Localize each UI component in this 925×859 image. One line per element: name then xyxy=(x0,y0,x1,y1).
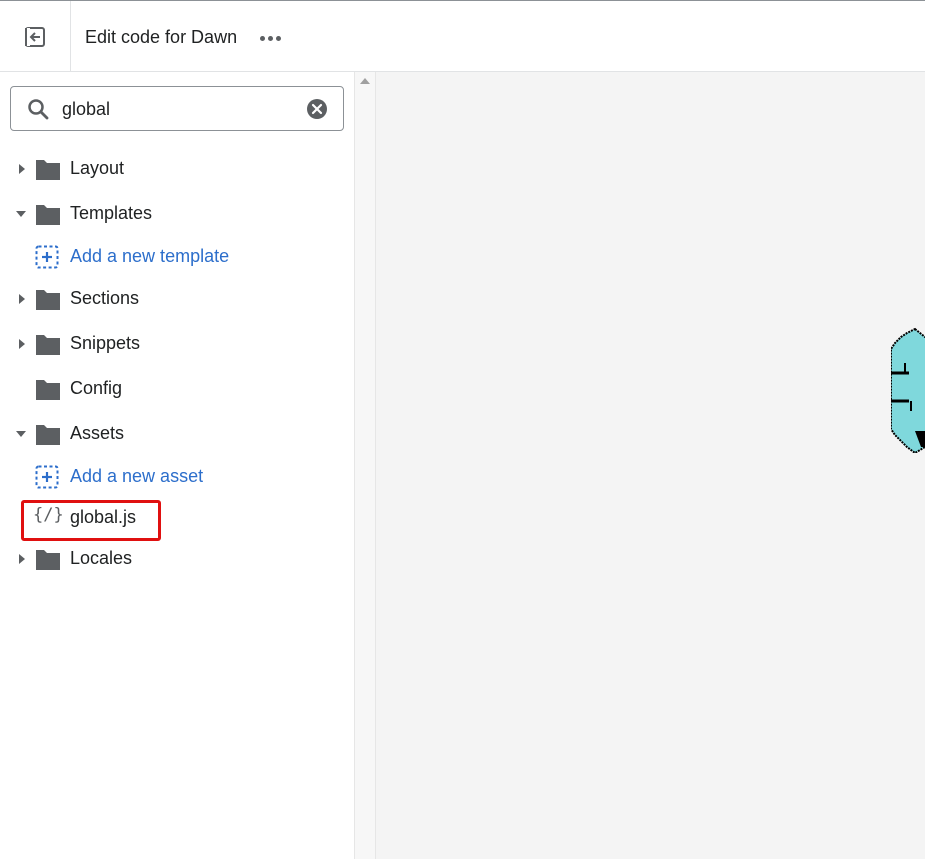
search-value: global xyxy=(62,99,111,119)
exit-button[interactable] xyxy=(0,1,71,72)
folder-icon xyxy=(36,205,60,225)
clear-circle-icon[interactable] xyxy=(306,98,328,120)
tree-folder-locales[interactable]: Locales xyxy=(0,541,354,577)
caret-down-icon xyxy=(16,431,26,437)
search-icon xyxy=(28,99,49,120)
folder-label: Locales xyxy=(70,548,133,568)
folder-icon xyxy=(36,550,60,570)
folder-icon xyxy=(36,160,60,180)
scroll-up-arrow-icon[interactable] xyxy=(360,78,370,84)
add-asset-label: Add a new asset xyxy=(70,466,204,486)
caret-right-icon xyxy=(19,294,25,304)
tree-folder-config[interactable]: Config xyxy=(0,371,354,407)
tree-folder-assets[interactable]: Assets xyxy=(0,416,354,452)
empty-state-illustration xyxy=(891,327,925,453)
caret-down-icon xyxy=(16,211,26,217)
tree-folder-layout[interactable]: Layout xyxy=(0,151,354,187)
more-actions-button[interactable] xyxy=(255,23,285,53)
annotation-highlight-box xyxy=(21,500,161,541)
add-file-icon xyxy=(35,245,59,269)
add-file-icon xyxy=(35,465,59,489)
more-dot xyxy=(267,35,273,41)
folder-label: Snippets xyxy=(70,333,141,353)
search-input[interactable]: global xyxy=(10,86,344,131)
add-asset-link[interactable]: Add a new asset xyxy=(0,459,354,495)
folder-label: Assets xyxy=(70,423,125,443)
add-template-label: Add a new template xyxy=(70,246,230,266)
folder-icon xyxy=(36,290,60,310)
folder-icon xyxy=(36,425,60,445)
more-dot xyxy=(275,35,281,41)
folder-label: Layout xyxy=(70,158,125,178)
exit-icon xyxy=(25,26,45,47)
folder-icon xyxy=(36,380,60,400)
tree-folder-templates[interactable]: Templates xyxy=(0,196,354,232)
folder-label: Templates xyxy=(70,203,153,223)
tree-folder-snippets[interactable]: Snippets xyxy=(0,326,354,362)
top-bar: Edit code for Dawn xyxy=(0,0,925,72)
more-horizontal-icon xyxy=(259,35,265,41)
sidebar-scrollbar[interactable] xyxy=(354,72,376,859)
folder-label: Sections xyxy=(70,288,140,308)
caret-right-icon xyxy=(19,554,25,564)
folder-icon xyxy=(36,335,60,355)
add-template-link[interactable]: Add a new template xyxy=(0,239,354,275)
page-title: Edit code for Dawn xyxy=(85,27,238,47)
caret-right-icon xyxy=(19,339,25,349)
editor-area xyxy=(376,72,925,859)
tree-folder-sections[interactable]: Sections xyxy=(0,281,354,317)
folder-label: Config xyxy=(70,378,123,398)
caret-right-icon xyxy=(19,164,25,174)
